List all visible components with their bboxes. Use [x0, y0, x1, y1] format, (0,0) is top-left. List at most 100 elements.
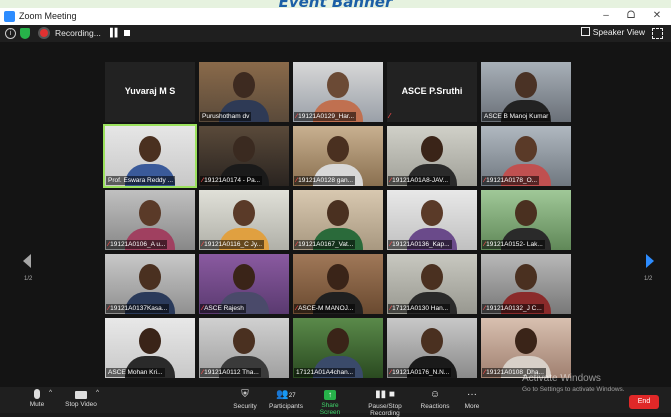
video-tile[interactable]: ⁄ASCE Rajesh	[199, 254, 289, 314]
participant-name: ASCE Mohan Kri...	[106, 368, 165, 377]
more-dots-icon: ···	[467, 389, 477, 400]
video-tile[interactable]: ⁄19121A0129_Har...	[293, 62, 383, 122]
video-tile[interactable]: ASCE B Manoj Kumar	[481, 62, 571, 122]
zoom-app-icon	[4, 11, 15, 22]
muted-mic-icon: ⁄	[484, 305, 486, 312]
video-tile[interactable]: ⁄19121A0136_Kap...	[387, 190, 477, 250]
muted-mic-icon: ⁄	[296, 241, 298, 248]
muted-mic-icon: ⁄	[389, 113, 391, 120]
video-tile[interactable]: Yuvaraj M S	[105, 62, 195, 122]
muted-mic-icon: ⁄	[390, 305, 392, 312]
share-screen-button[interactable]: ↑ Share Screen	[312, 389, 348, 416]
speaker-view-button[interactable]: Speaker View	[580, 27, 645, 37]
speaker-view-icon	[580, 27, 590, 36]
participants-label: Participants	[269, 403, 303, 410]
video-tile[interactable]: ASCE P.Sruthi ⁄	[387, 62, 477, 122]
watermark-subtitle: Go to Settings to activate Windows.	[522, 386, 625, 393]
participant-name: 19121A0112 Tha...	[204, 369, 259, 376]
window-titlebar: Zoom Meeting – ᗝ ✕	[0, 8, 671, 26]
video-tile[interactable]: ⁄19121A0106_A u...	[105, 190, 195, 250]
page-indicator-left: 1/2	[24, 276, 33, 282]
video-tile[interactable]: ASCE Mohan Kri...	[105, 318, 195, 378]
muted-mic-icon: ⁄	[484, 369, 486, 376]
participant-name: 19121A0178_O...	[486, 177, 538, 184]
video-tile[interactable]: ⁄17121A0130 Han...	[387, 254, 477, 314]
speaker-view-label: Speaker View	[592, 27, 645, 37]
video-options-caret-icon[interactable]: ^	[96, 389, 99, 396]
recording-dot-icon	[40, 29, 48, 37]
video-tile[interactable]: ⁄19121A0174 - Pa...	[199, 126, 289, 186]
muted-mic-icon: ⁄	[296, 305, 298, 312]
video-tile[interactable]: ⁄ASCE-M MANOJ...	[293, 254, 383, 314]
participant-name: ASCE B Manoj Kumar	[482, 112, 551, 121]
security-button[interactable]: ⛨ Security	[230, 389, 260, 410]
participant-name: 19121A0174 - Pa...	[204, 177, 261, 184]
participant-name: ASCE Rajesh	[204, 305, 244, 312]
participant-name: ASCE-M MANOJ...	[298, 305, 354, 312]
mute-label: Mute	[29, 401, 45, 408]
previous-page-arrow-icon[interactable]	[23, 254, 31, 268]
activate-windows-watermark: Activate Windows Go to Settings to activ…	[522, 373, 625, 393]
video-tile[interactable]: ⁄19121A0116_C Jy...	[199, 190, 289, 250]
muted-mic-icon: ⁄	[390, 369, 392, 376]
muted-mic-icon: ⁄	[202, 369, 204, 376]
participant-name: 19121A0137Kasa...	[110, 305, 168, 312]
participants-icon: 👥	[276, 389, 289, 400]
video-tile[interactable]: Purushotham dv	[199, 62, 289, 122]
window-title: Zoom Meeting	[19, 11, 77, 21]
participant-name: 19121A0176_N.N...	[392, 369, 450, 376]
participant-name: 19121A0167_Vat...	[298, 241, 354, 248]
participant-name: 19121A0132_J C...	[486, 305, 542, 312]
fullscreen-icon[interactable]	[652, 28, 663, 39]
microphone-icon	[34, 389, 40, 399]
pause-stop-recording-icon: ▮▮ ■	[375, 389, 395, 400]
restore-button[interactable]: ᗝ	[621, 10, 641, 21]
video-tile[interactable]: ⁄19121A0152- Lak...	[481, 190, 571, 250]
pause-stop-recording-label: Pause/Stop Recording	[368, 403, 402, 417]
video-gallery: Yuvaraj M S Purushotham dv ⁄19121A0129_H…	[0, 42, 671, 387]
participant-name: 19121A0128 gan...	[298, 177, 354, 184]
muted-mic-icon: ⁄	[390, 241, 392, 248]
pause-recording-icon[interactable]: ▌▌	[110, 28, 120, 37]
next-page-arrow-icon[interactable]	[646, 254, 654, 268]
video-tile[interactable]: ⁄19121A0112 Tha...	[199, 318, 289, 378]
close-button[interactable]: ✕	[647, 10, 667, 21]
video-tile[interactable]: ⁄19121A0108_Dha...	[481, 318, 571, 378]
reactions-smiley-icon: ☺	[429, 389, 441, 400]
video-tile[interactable]: 17121A01A4chan...	[293, 318, 383, 378]
muted-mic-icon: ⁄	[202, 305, 204, 312]
video-camera-icon	[75, 391, 87, 399]
participant-name: 17121A0130 Han...	[392, 305, 449, 312]
muted-mic-icon: ⁄	[202, 177, 204, 184]
video-tile[interactable]: ⁄19121A0167_Vat...	[293, 190, 383, 250]
stop-recording-icon[interactable]	[124, 30, 130, 36]
security-label: Security	[233, 403, 257, 410]
participants-button[interactable]: 👥27 Participants	[268, 389, 304, 410]
video-tile[interactable]: ⁄19121A0132_J C...	[481, 254, 571, 314]
video-tile[interactable]: ⁄19121A01A8-JAV...	[387, 126, 477, 186]
end-meeting-button[interactable]: End	[629, 395, 659, 409]
audio-options-caret-icon[interactable]: ^	[49, 389, 52, 396]
participant-name: 19121A01A8-JAV...	[392, 177, 449, 184]
video-tile[interactable]: ⁄19121A0176_N.N...	[387, 318, 477, 378]
reactions-label: Reactions	[420, 403, 450, 410]
video-tile[interactable]: ⁄19121A0178_O...	[481, 126, 571, 186]
muted-mic-icon: ⁄	[484, 177, 486, 184]
muted-mic-icon: ⁄	[108, 305, 110, 312]
encryption-shield-icon[interactable]	[20, 28, 30, 39]
video-tile[interactable]: ⁄19121A0137Kasa...	[105, 254, 195, 314]
stop-video-button[interactable]: Stop Video	[64, 389, 98, 408]
video-tile[interactable]: ⁄19121A0128 gan...	[293, 126, 383, 186]
meeting-topbar: i Recording... ▌▌ Speaker View	[0, 25, 671, 42]
muted-mic-icon: ⁄	[108, 241, 110, 248]
more-button[interactable]: ··· More	[458, 389, 486, 410]
reactions-button[interactable]: ☺ Reactions	[420, 389, 450, 410]
participants-count: 27	[288, 393, 296, 399]
muted-mic-icon: ⁄	[202, 241, 204, 248]
mute-button[interactable]: Mute	[24, 389, 50, 408]
info-icon[interactable]: i	[5, 28, 16, 39]
minimize-button[interactable]: –	[596, 10, 616, 21]
participant-name: 19121A0152- Lak...	[486, 241, 543, 248]
video-tile-active-speaker[interactable]: Prof. Eswara Reddy ...	[103, 124, 197, 188]
participant-name: 19121A0136_Kap...	[392, 241, 450, 248]
